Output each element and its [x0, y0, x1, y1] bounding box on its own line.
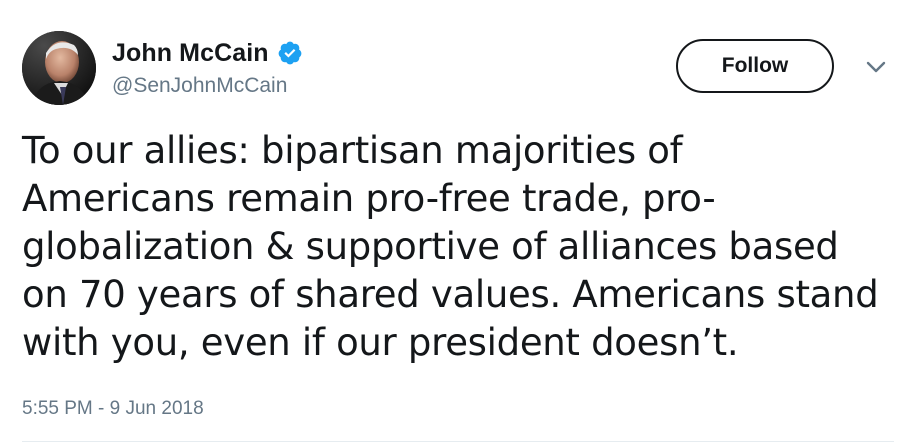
chevron-down-icon[interactable] — [864, 58, 888, 76]
profile-photo-icon — [22, 31, 96, 105]
divider — [22, 441, 894, 442]
user-handle[interactable]: @SenJohnMcCain — [112, 74, 287, 98]
tweet-card: John McCain @SenJohnMcCain Follow To our… — [0, 0, 918, 445]
follow-button[interactable]: Follow — [676, 39, 834, 93]
tweet-text: To our allies: bipartisan majorities of … — [22, 129, 879, 364]
avatar[interactable] — [22, 31, 96, 105]
tweet-timestamp[interactable]: 5:55 PM - 9 Jun 2018 — [22, 398, 204, 420]
display-name[interactable]: John McCain — [112, 39, 269, 68]
author-name-row: John McCain — [112, 36, 303, 70]
verified-badge-icon — [277, 40, 303, 66]
